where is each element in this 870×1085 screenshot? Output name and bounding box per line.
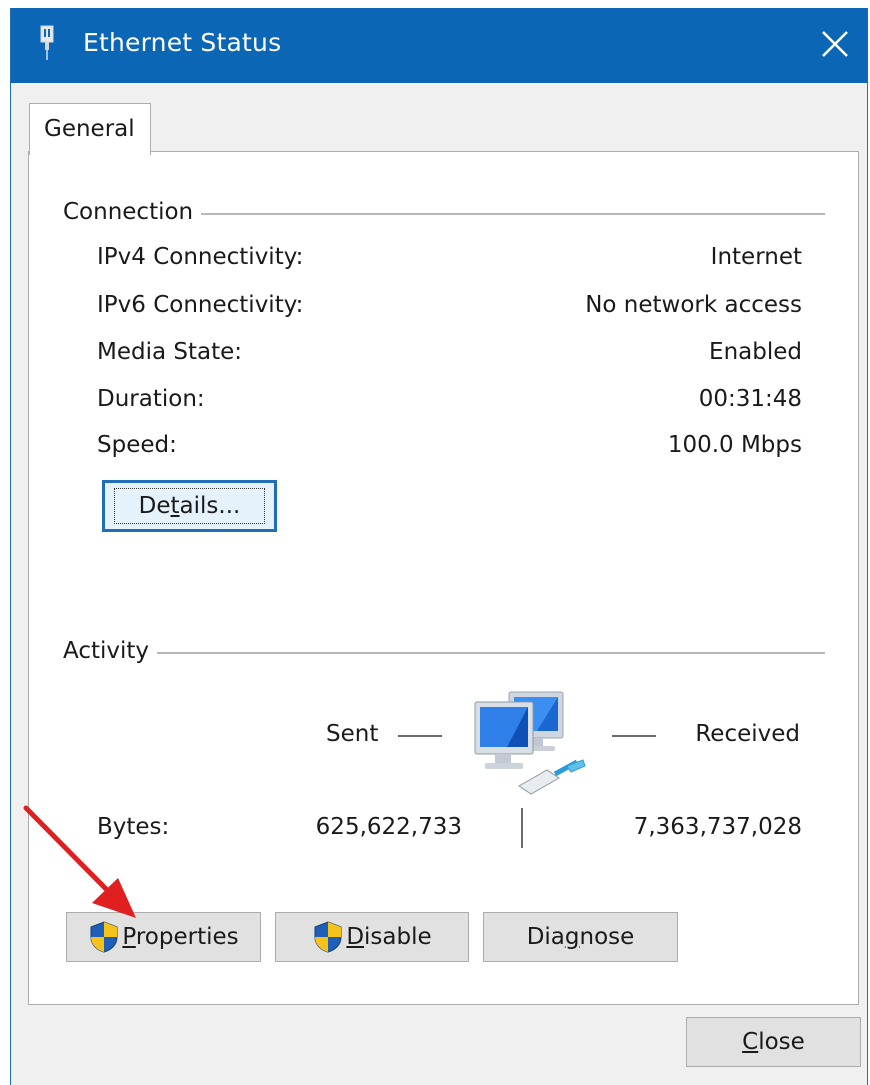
window-title: Ethernet Status bbox=[83, 28, 282, 57]
duration-value: 00:31:48 bbox=[698, 386, 802, 412]
received-dash bbox=[612, 735, 656, 737]
title-bar[interactable]: Ethernet Status bbox=[11, 8, 867, 83]
speed-value: 100.0 Mbps bbox=[667, 432, 802, 458]
bytes-received-value: 7,363,737,028 bbox=[633, 814, 802, 840]
properties-button-label: Properties bbox=[122, 924, 239, 950]
disable-button[interactable]: Disable bbox=[275, 912, 469, 962]
uac-shield-icon bbox=[90, 921, 118, 953]
bytes-label: Bytes: bbox=[97, 814, 170, 840]
close-icon[interactable] bbox=[813, 22, 857, 66]
media-state-label: Media State: bbox=[97, 339, 243, 365]
network-adapter-icon bbox=[40, 25, 54, 60]
details-button-label: Details... bbox=[113, 488, 266, 524]
received-label: Received bbox=[695, 721, 800, 747]
sent-dash bbox=[398, 735, 442, 737]
activity-group-label: Activity bbox=[63, 638, 158, 664]
speed-label: Speed: bbox=[97, 432, 177, 458]
sent-label: Sent bbox=[326, 721, 379, 747]
close-button-label: Close bbox=[742, 1029, 805, 1055]
ipv4-label: IPv4 Connectivity: bbox=[97, 244, 304, 270]
tab-general[interactable]: General bbox=[29, 103, 151, 155]
bytes-divider bbox=[521, 808, 523, 848]
diagnose-button[interactable]: Diagnose bbox=[483, 912, 678, 962]
ipv4-value: Internet bbox=[710, 244, 802, 270]
connection-group-label: Connection bbox=[63, 199, 202, 225]
uac-shield-icon bbox=[314, 921, 342, 953]
ipv6-label: IPv6 Connectivity: bbox=[97, 292, 304, 318]
ethernet-status-window: Ethernet Status General Connection IPv4 … bbox=[10, 8, 868, 1085]
media-state-value: Enabled bbox=[709, 339, 802, 365]
diagnose-button-label: Diagnose bbox=[526, 924, 635, 950]
duration-label: Duration: bbox=[97, 386, 205, 412]
ipv6-value: No network access bbox=[585, 292, 802, 318]
disable-button-label: Disable bbox=[346, 924, 432, 950]
network-computers-icon bbox=[474, 691, 586, 795]
close-button[interactable]: Close bbox=[686, 1017, 861, 1067]
tab-general-label: General bbox=[44, 116, 135, 142]
bytes-sent-value: 625,622,733 bbox=[315, 814, 462, 840]
properties-button[interactable]: Properties bbox=[66, 912, 261, 962]
general-panel: Connection IPv4 Connectivity: Internet I… bbox=[28, 151, 859, 1005]
details-button[interactable]: Details... bbox=[102, 480, 277, 532]
activity-group-line bbox=[65, 652, 825, 654]
